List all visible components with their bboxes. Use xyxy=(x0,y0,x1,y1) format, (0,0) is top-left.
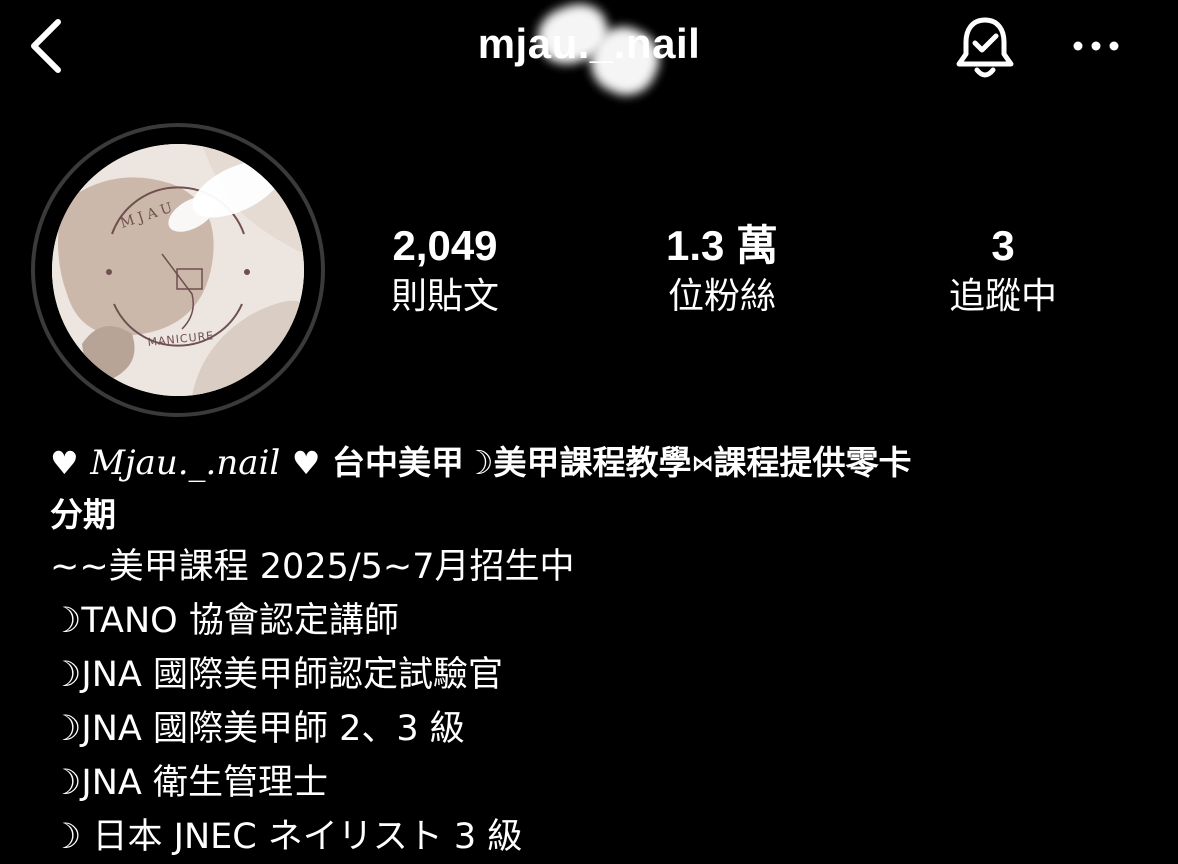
followers-label: 位粉絲 xyxy=(667,276,776,317)
bowtie-icon: ⋈ xyxy=(691,451,714,477)
notification-bell-button[interactable] xyxy=(950,12,1020,82)
bio-tagline: 台中美甲☽美甲課程教學 xyxy=(331,443,692,482)
brand-logo-image: MJAU MANICURE xyxy=(52,144,304,396)
heart-icon: ♥ xyxy=(50,444,79,482)
bio-tagline-wrap: 分期 xyxy=(50,494,116,534)
bio-line: ~~美甲課程 2025/5~7月招生中 xyxy=(50,546,575,587)
bio-tagline-cont: 課程提供零卡 xyxy=(713,443,912,482)
bell-check-icon xyxy=(956,17,1014,78)
followers-count: 1.3 萬 xyxy=(665,222,779,269)
bio-line: ☽JNA 衛生管理士 xyxy=(50,762,328,803)
heart-icon: ♥ xyxy=(291,444,321,482)
posts-count: 2,049 xyxy=(392,222,498,269)
more-horizontal-icon xyxy=(1073,41,1119,51)
posts-stat[interactable]: 2,049 則貼文 xyxy=(345,220,545,322)
avatar: MJAU MANICURE xyxy=(52,144,304,396)
following-stat[interactable]: 3 追蹤中 xyxy=(903,220,1103,322)
following-count: 3 xyxy=(991,222,1015,269)
profile-header: mjau._.nail xyxy=(0,0,1178,105)
bio-line: ☽ 日本 JNEC ネイリスト 3 級 xyxy=(50,816,523,857)
bio-line: ☽JNA 國際美甲師 2、3 級 xyxy=(50,708,465,749)
more-options-button[interactable] xyxy=(1068,28,1124,64)
profile-bio: ♥ Mjau._.nail ♥ 台中美甲☽美甲課程教學⋈課程提供零卡 分期 ~~… xyxy=(50,438,1150,864)
following-label: 追蹤中 xyxy=(948,276,1057,317)
bio-line: ☽JNA 國際美甲師認定試驗官 xyxy=(50,654,503,695)
bio-line: ☽TANO 協會認定講師 xyxy=(50,600,399,641)
profile-avatar-button[interactable]: MJAU MANICURE xyxy=(31,123,325,417)
followers-stat[interactable]: 1.3 萬 位粉絲 xyxy=(622,220,822,322)
bio-headline: ♥ Mjau._.nail ♥ 台中美甲☽美甲課程教學⋈課程提供零卡 xyxy=(50,438,1150,490)
posts-label: 則貼文 xyxy=(390,276,499,317)
bio-display-name: Mjau._.nail xyxy=(90,443,281,483)
